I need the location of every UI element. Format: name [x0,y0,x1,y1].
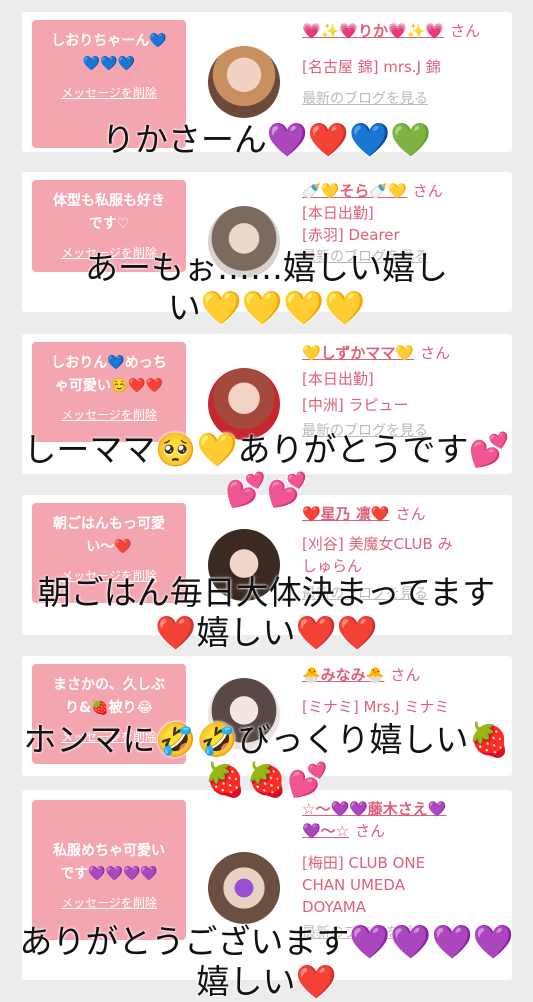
sender-name[interactable]: 💛しずかママ💛 [302,344,414,362]
overlay-caption: りかさーん💜❤️💙💚 [101,120,432,159]
honorific: さん [450,22,481,40]
sender-info: 💗✨💗りか💗✨💗 さん [名古屋 錦] mrs.J 錦 最新のブログを見る [302,20,502,110]
message-text: 朝ごはんもっ可愛 い〜❤️ [53,516,165,555]
shop-line: [中洲] ラピュー [302,396,409,414]
message-text: 体型も私服も好き です♡ [53,193,165,232]
shop-line: DOYAMA [302,898,366,916]
overlay-caption: ホンマに🤣🤣びっくり嬉しい🍓 🍓🍓💕 [23,720,510,799]
message-text: まさかの、久しぶ り&🍓被り😂 [53,677,165,716]
sender-name[interactable]: 🍼💛そら🍼💛 [302,182,407,200]
shop-line: [赤羽] Dearer [302,226,400,244]
honorific: さん [412,182,443,200]
overlay-caption: ありがとうございます💜💜💜💜 嬉しい❤️ [19,922,514,1001]
message-bubble: 私服めちゃ可愛い です💜💜💜💜 メッセージを削除 [32,800,186,940]
shop-line: CHAN UMEDA [302,876,405,894]
honorific: さん [390,666,421,684]
message-bubble: しおりん💙めっち ゃ可愛い☺️❤️❤️ メッセージを削除 [32,342,186,442]
message-text: しおりん💙めっち ゃ可愛い☺️❤️❤️ [51,355,167,394]
delete-message-link[interactable]: メッセージを削除 [36,408,182,422]
overlay-caption: あーもぉ……嬉しい嬉し い💛💛💛💛 [85,248,448,327]
shop-line: [名古屋 錦] mrs.J 錦 [302,58,441,76]
overlay-caption: しーママ🥺💛ありがとうです💕 💕💕 [23,430,510,509]
avatar[interactable] [208,852,280,924]
message-text: 私服めちゃ可愛い です💜💜💜💜 [53,843,165,882]
sender-name[interactable]: 💗✨💗りか💗✨💗 [302,22,444,40]
delete-message-link[interactable]: メッセージを削除 [36,896,182,910]
honorific: さん [355,822,386,840]
shop-line: [本日出勤] [302,204,374,222]
overlay-caption: 朝ごはん毎日大体決まってます ❤️嬉しい❤️❤️ [37,573,496,652]
sender-info: 🐣みなみ🐣 さん [ミナミ] Mrs.J ミナミ [302,664,502,718]
shop-line: [ミナミ] Mrs.J ミナミ [302,698,450,716]
blog-link[interactable]: 最新のブログを見る [302,88,502,110]
message-text: しおりちゃーん💙 💙💙💙 [51,33,167,72]
sender-name[interactable]: 🐣みなみ🐣 [302,666,384,684]
shop-line: [梅田] CLUB ONE [302,854,426,872]
sender-info: 💛しずかママ💛 さん [本日出勤] [中洲] ラピュー 最新のブログを見る [302,342,502,442]
shop-line: [本日出勤] [302,370,374,388]
shop-line: [刈谷] 美魔女CLUB み [302,535,453,553]
honorific: さん [420,344,451,362]
delete-message-link[interactable]: メッセージを削除 [36,86,182,100]
avatar[interactable] [208,46,280,118]
